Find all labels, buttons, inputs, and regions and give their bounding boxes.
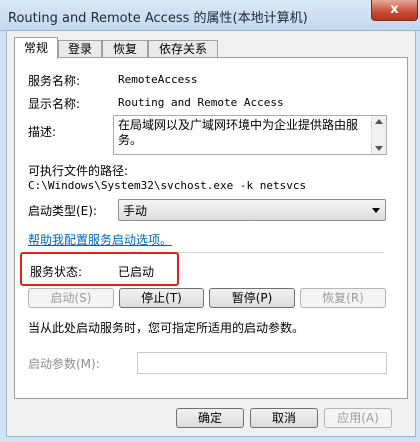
close-button[interactable]: x <box>371 0 418 21</box>
tab-general[interactable]: 常规 <box>14 37 58 59</box>
title-bar: Routing and Remote Access 的属性(本地计算机) <box>0 0 420 31</box>
description-text: 在局域网以及广域网环境中为企业提供路由服务。 <box>118 118 359 147</box>
tab-recovery[interactable]: 恢复 <box>102 40 148 58</box>
exe-path-value: C:\Windows\System32\svchost.exe -k netsv… <box>28 179 307 192</box>
display-name-value: Routing and Remote Access <box>118 96 284 109</box>
window-title: Routing and Remote Access 的属性(本地计算机) <box>8 11 308 26</box>
scroll-down-icon[interactable] <box>375 146 383 151</box>
description-label: 描述: <box>28 125 57 139</box>
tab-dependencies[interactable]: 依存关系 <box>148 40 218 58</box>
description-box[interactable]: 在局域网以及广域网环境中为企业提供路由服务。 <box>113 115 387 155</box>
startup-type-label: 启动类型(E): <box>28 204 97 218</box>
startup-type-select[interactable]: 手动 <box>118 199 386 221</box>
pause-button[interactable]: 暂停(P) <box>209 288 295 308</box>
help-configure-link[interactable]: 帮助我配置服务启动选项。 <box>28 231 172 248</box>
start-button[interactable]: 启动(S) <box>28 288 114 308</box>
apply-button[interactable]: 应用(A) <box>324 408 392 428</box>
display-name-label: 显示名称: <box>28 97 81 111</box>
service-name-label: 服务名称: <box>28 74 81 88</box>
chevron-down-icon <box>372 208 380 213</box>
exe-path-label: 可执行文件的路径: <box>28 164 129 178</box>
start-params-label: 启动参数(M): <box>28 357 100 371</box>
service-status-value: 已启动 <box>118 265 155 279</box>
scroll-up-icon[interactable] <box>375 119 383 124</box>
tab-logon[interactable]: 登录 <box>58 40 102 58</box>
ok-button[interactable]: 确定 <box>176 408 244 428</box>
resume-button[interactable]: 恢复(R) <box>300 288 386 308</box>
description-scrollbar[interactable] <box>371 116 386 154</box>
start-params-hint: 当从此处启动服务时，您可指定所适用的启动参数。 <box>28 321 305 335</box>
service-name-value: RemoteAccess <box>118 73 198 86</box>
stop-button[interactable]: 停止(T) <box>119 288 204 308</box>
start-params-input[interactable] <box>137 352 387 374</box>
service-status-label: 服务状态: <box>30 265 83 279</box>
cancel-button[interactable]: 取消 <box>250 408 318 428</box>
startup-type-value: 手动 <box>123 204 148 218</box>
